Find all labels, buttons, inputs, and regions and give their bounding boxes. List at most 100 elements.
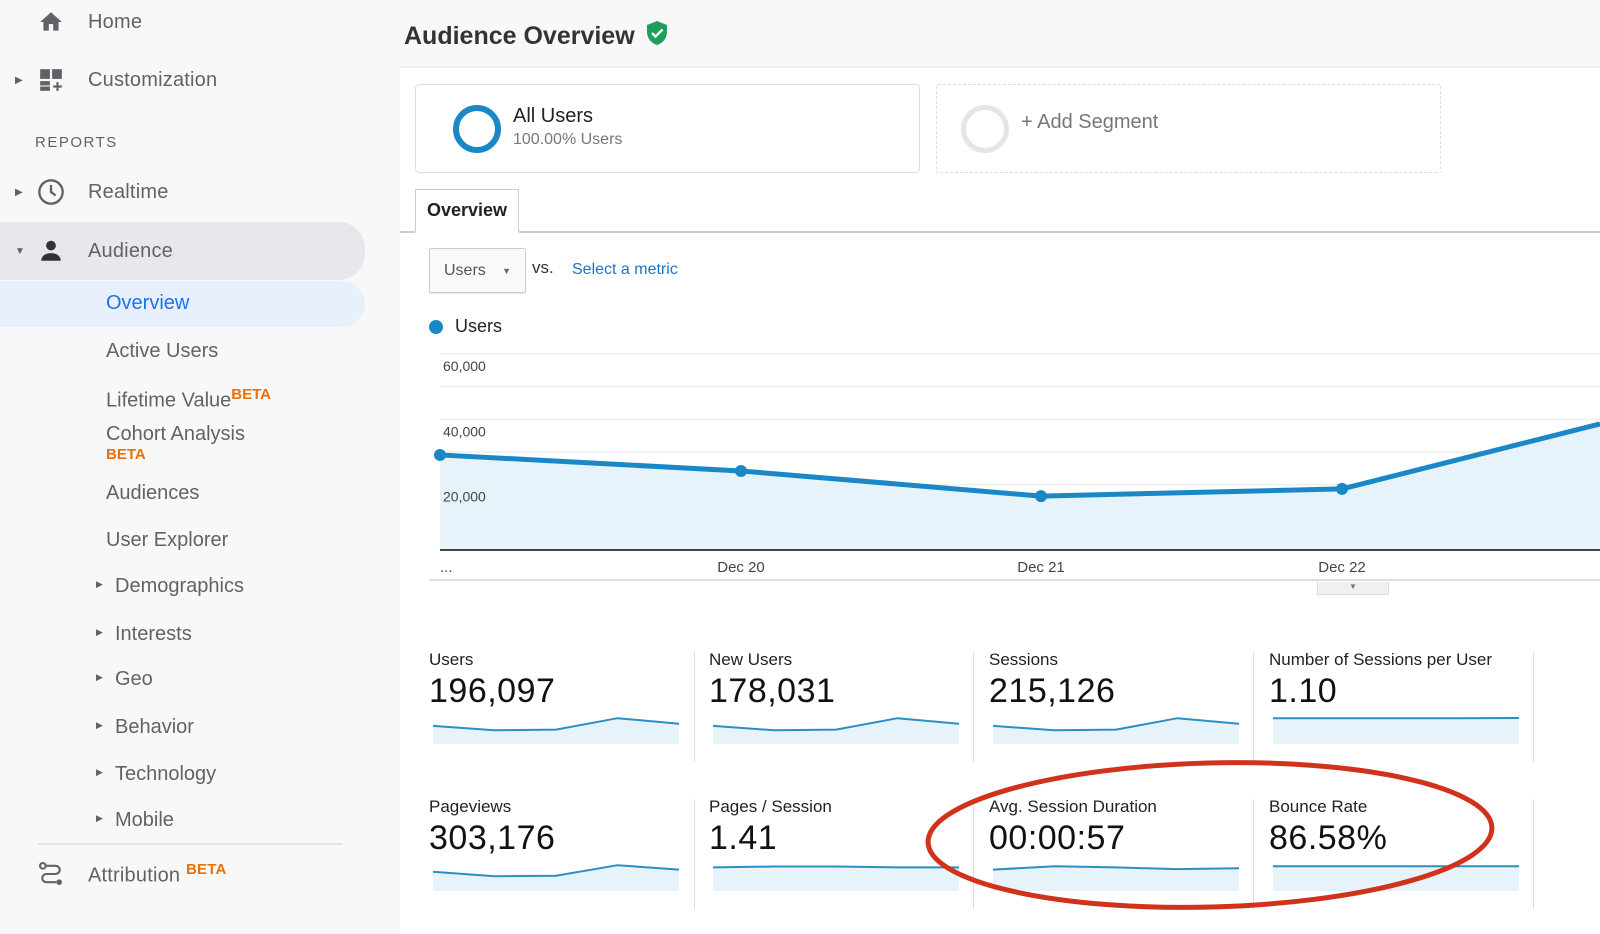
metric-value: 178,031 — [709, 672, 836, 710]
tile-separator — [1253, 799, 1254, 909]
metric-label: Users — [429, 650, 474, 669]
sidebar-item-label: Mobile — [115, 809, 174, 831]
tile-separator — [1533, 652, 1534, 762]
sidebar-item-label: Interests — [115, 623, 192, 645]
sidebar-item-label-wrap: Lifetime ValueBETA — [106, 386, 271, 413]
x-tick-label: ... — [440, 559, 453, 576]
sidebar-item-behavior[interactable]: ▶ Behavior — [0, 705, 365, 751]
sidebar-item-attribution[interactable]: Attribution BETA — [0, 848, 365, 900]
metric-tile-new-users[interactable]: New Users 178,031 — [709, 650, 977, 780]
clock-icon — [37, 178, 65, 206]
chart-expand-toggle[interactable]: ▼ — [1317, 582, 1389, 595]
beta-badge: BETA — [186, 860, 227, 878]
metric-dropdown[interactable]: Users ▼ — [429, 248, 526, 293]
sidebar-item-cohort-analysis[interactable]: Cohort Analysis BETA — [0, 420, 365, 468]
metric-sparkline — [713, 865, 959, 891]
metric-value: 1.10 — [1269, 672, 1338, 710]
metric-dropdown-value: Users — [444, 261, 486, 279]
metric-tile-avg-session-duration[interactable]: Avg. Session Duration 00:00:57 — [989, 797, 1257, 927]
data-point-1 — [735, 464, 747, 477]
sidebar-item-home[interactable]: Home — [0, 0, 365, 48]
vs-label: vs. — [532, 258, 554, 277]
select-metric-link[interactable]: Select a metric — [572, 261, 678, 279]
caret-right-icon: ▶ — [96, 672, 103, 682]
sidebar-item-lifetime-value[interactable]: Lifetime ValueBETA — [0, 374, 365, 420]
legend-label-users: Users — [455, 316, 503, 336]
sidebar: Home ▶ Customization REPORTS ▶ Realtime … — [0, 0, 400, 934]
sparkline-area — [713, 718, 959, 744]
sidebar-item-realtime[interactable]: ▶ Realtime — [0, 166, 365, 218]
dashboard-customize-icon — [37, 66, 65, 94]
sidebar-item-label: Technology — [115, 763, 217, 785]
verified-shield-icon — [645, 20, 669, 53]
page-title-text: Audience Overview — [404, 22, 635, 50]
metric-tile-bounce-rate[interactable]: Bounce Rate 86.58% — [1269, 797, 1537, 927]
sidebar-item-label: Attribution — [88, 864, 181, 887]
sparkline-area — [433, 718, 679, 744]
metric-value: 00:00:57 — [989, 819, 1126, 857]
metric-tile-users[interactable]: Users 196,097 — [429, 650, 697, 780]
metric-tile-pageviews[interactable]: Pageviews 303,176 — [429, 797, 697, 927]
x-tick-label: Dec 20 — [717, 559, 765, 576]
metric-value: 303,176 — [429, 819, 556, 857]
sidebar-item-geo[interactable]: ▶ Geo — [0, 657, 365, 703]
caret-right-icon: ▶ — [96, 720, 103, 730]
metric-tile-sessions[interactable]: Sessions 215,126 — [989, 650, 1257, 780]
sparkline-area — [1273, 866, 1519, 891]
sidebar-item-demographics[interactable]: ▶ Demographics — [0, 564, 365, 610]
sidebar-item-technology[interactable]: ▶ Technology — [0, 752, 365, 798]
caret-right-icon: ▶ — [96, 627, 103, 637]
tile-separator — [973, 799, 974, 909]
metric-label: Bounce Rate — [1269, 797, 1368, 816]
sidebar-item-customization[interactable]: ▶ Customization — [0, 54, 365, 106]
chart-series-line-users — [439, 421, 1600, 499]
tab-overview[interactable]: Overview — [415, 189, 519, 233]
y-tick-label: 60,000 — [443, 358, 486, 374]
caret-down-icon: ▼ — [15, 245, 25, 257]
sidebar-item-label: Geo — [115, 668, 153, 690]
sidebar-item-audience[interactable]: ▼ Audience — [0, 222, 365, 280]
reports-section-label: REPORTS — [35, 134, 118, 151]
segment-card-all-users[interactable]: All Users 100.00% Users — [415, 84, 920, 173]
attribution-route-icon — [37, 860, 65, 888]
caret-right-icon: ▶ — [15, 186, 23, 198]
sidebar-item-mobile[interactable]: ▶ Mobile — [0, 798, 365, 844]
metric-tile-number-of-sessions-per-user[interactable]: Number of Sessions per User 1.10 — [1269, 650, 1537, 780]
sidebar-item-interests[interactable]: ▶ Interests — [0, 612, 365, 658]
metric-label: Number of Sessions per User — [1269, 650, 1492, 669]
sidebar-item-label: User Explorer — [106, 529, 229, 551]
metric-sparkline — [1273, 865, 1519, 891]
sidebar-item-audiences[interactable]: Audiences — [0, 470, 365, 516]
sidebar-item-label: Audience — [88, 239, 173, 262]
sidebar-item-overview[interactable]: Overview — [0, 281, 365, 327]
add-segment-label: + Add Segment — [1021, 111, 1159, 133]
sidebar-item-label: Lifetime Value — [106, 389, 232, 412]
chart-legend: Users — [429, 316, 502, 337]
metric-sparkline — [1273, 716, 1519, 744]
add-segment-button[interactable]: + Add Segment — [936, 84, 1441, 173]
caret-right-icon: ▶ — [96, 579, 103, 589]
beta-badge: BETA — [231, 386, 271, 403]
sidebar-item-label: Active Users — [106, 340, 219, 362]
segment-ring-icon — [453, 105, 501, 153]
page-title: Audience Overview — [404, 20, 669, 53]
metric-tile-pages-session[interactable]: Pages / Session 1.41 — [709, 797, 977, 927]
segment-name: All Users — [513, 105, 594, 127]
metric-sparkline — [993, 865, 1239, 891]
sidebar-item-label: Realtime — [88, 180, 169, 203]
x-tick-label: Dec 21 — [1017, 559, 1065, 576]
sidebar-item-label: Cohort Analysis — [106, 423, 245, 445]
sidebar-item-user-explorer[interactable]: User Explorer — [0, 518, 365, 564]
sparkline-area — [993, 718, 1239, 744]
sidebar-item-label: Overview — [106, 292, 190, 314]
sparkline-area — [1273, 717, 1519, 744]
empty-segment-ring-icon — [961, 105, 1009, 153]
metric-sparkline — [993, 717, 1239, 744]
sidebar-item-label: Behavior — [115, 716, 194, 738]
sidebar-item-active-users[interactable]: Active Users — [0, 329, 365, 375]
tile-separator — [1533, 799, 1534, 909]
beta-badge: BETA — [106, 446, 146, 463]
metric-value: 1.41 — [709, 819, 778, 857]
metric-value: 215,126 — [989, 672, 1116, 710]
sidebar-item-label: Demographics — [115, 575, 244, 597]
